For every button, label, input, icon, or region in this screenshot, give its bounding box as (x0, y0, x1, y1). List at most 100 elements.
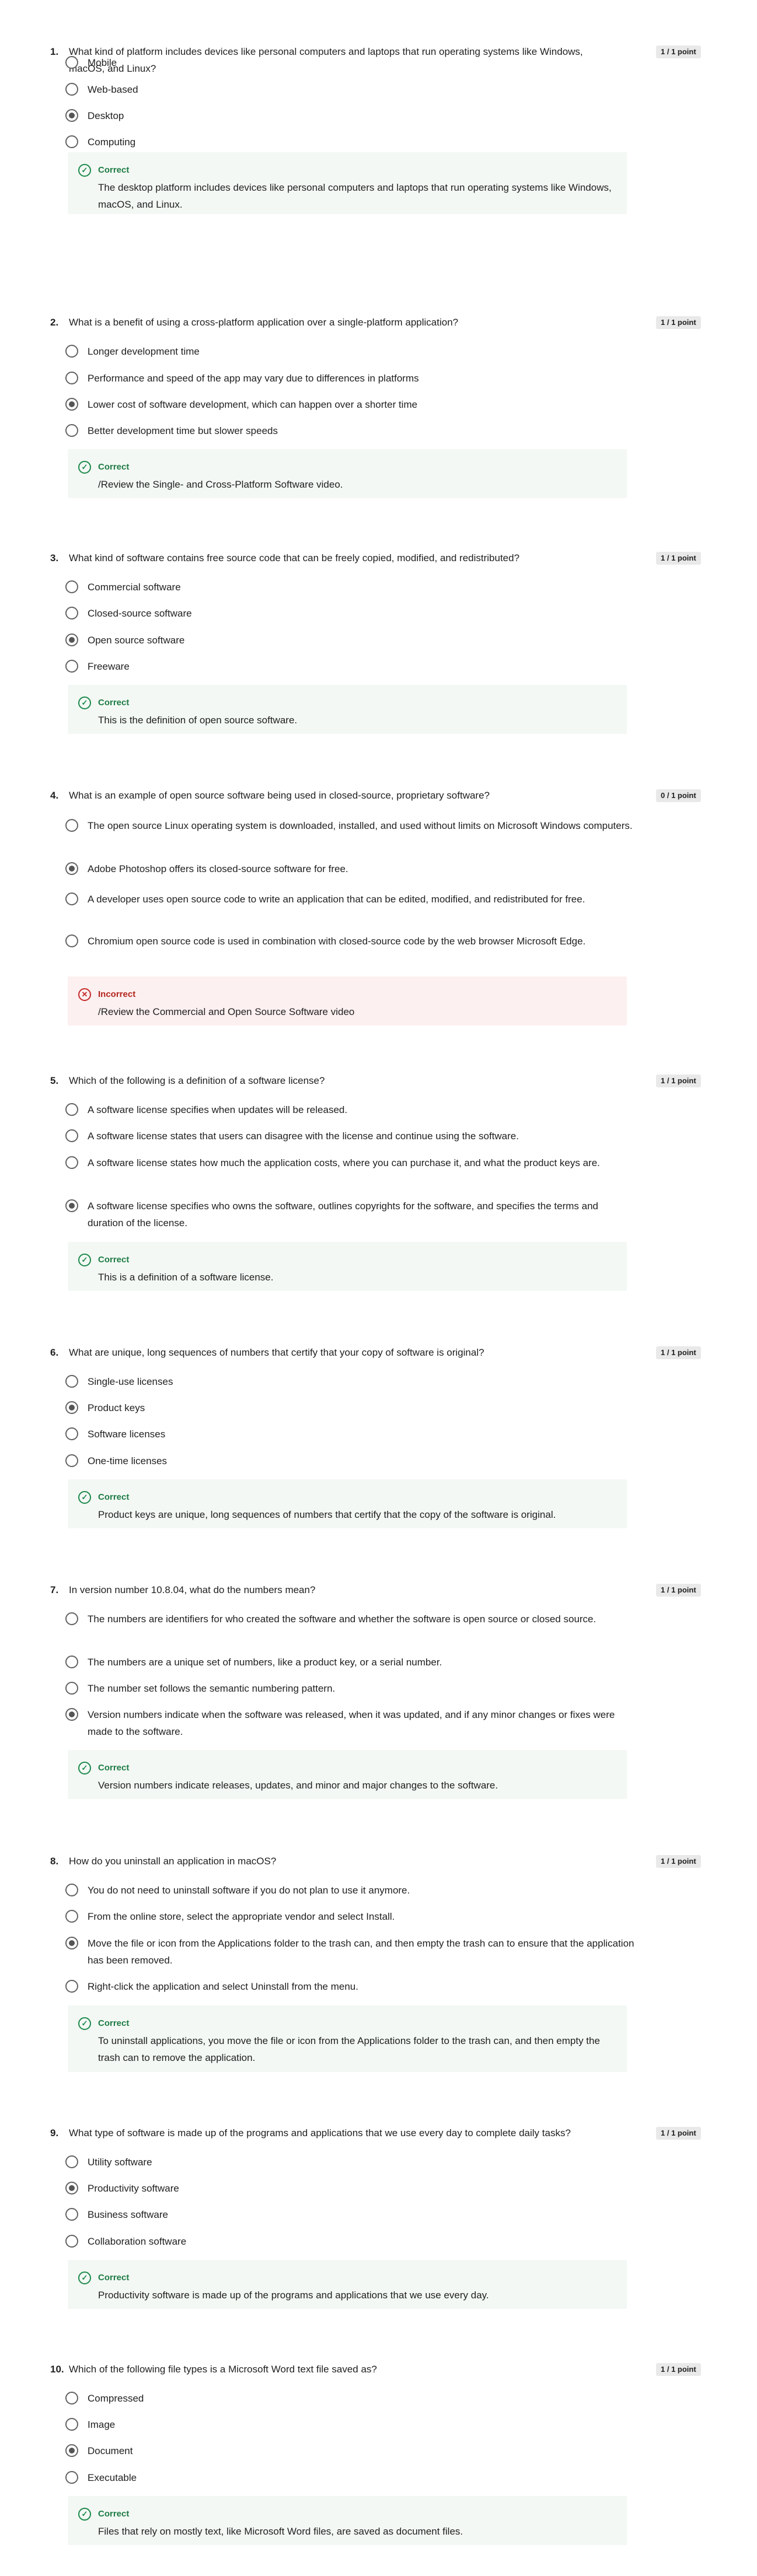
radio-button[interactable] (65, 2208, 78, 2221)
question-number: 10. (50, 2364, 64, 2375)
check-circle-icon: ✓ (78, 2272, 91, 2284)
option-label: A software license specifies who owns th… (88, 1200, 598, 1228)
option-label: Compressed (88, 2393, 144, 2404)
radio-button[interactable] (65, 1401, 78, 1414)
radio-button[interactable] (65, 1427, 78, 1440)
option-label: Move the file or icon from the Applicati… (88, 1938, 634, 1966)
radio-button[interactable] (65, 345, 78, 358)
radio-button[interactable] (65, 1375, 78, 1388)
option-label: Right-click the application and select U… (88, 1981, 358, 1992)
option-label: Computing (88, 136, 136, 148)
option-label: Desktop (88, 110, 124, 121)
option-label: Chromium open source code is used in com… (88, 936, 586, 947)
question-number: 2. (50, 317, 59, 328)
radio-button[interactable] (65, 1937, 78, 1950)
points-badge: 1 / 1 point (656, 552, 701, 565)
option-label: The open source Linux operating system i… (88, 820, 633, 831)
feedback-status: Correct (98, 1255, 130, 1265)
option-label: Software licenses (88, 1429, 166, 1440)
radio-button[interactable] (65, 634, 78, 646)
option-label: The numbers are identifiers for who crea… (88, 1614, 596, 1625)
radio-button[interactable] (65, 424, 78, 437)
feedback-status: Correct (98, 698, 130, 708)
radio-button[interactable] (65, 83, 78, 96)
feedback-text: Product keys are unique, long sequences … (98, 1509, 556, 1520)
radio-button[interactable] (65, 2418, 78, 2431)
question-number: 8. (50, 1856, 59, 1867)
option-label: One-time licenses (88, 1455, 168, 1466)
option-label: A software license specifies when update… (88, 1104, 348, 1115)
question-number: 1. (50, 46, 59, 57)
radio-button[interactable] (65, 1884, 78, 1896)
radio-button[interactable] (65, 56, 78, 69)
radio-button[interactable] (65, 660, 78, 673)
radio-button[interactable] (65, 1454, 78, 1467)
radio-button[interactable] (65, 935, 78, 947)
feedback-status: Correct (98, 462, 130, 472)
option-label: Productivity software (88, 2183, 179, 2194)
feedback-box: ✓ Correct Files that rely on mostly text, … (68, 2496, 627, 2545)
points-badge: 1 / 1 point (656, 1074, 701, 1087)
option-label: Collaboration software (88, 2236, 187, 2247)
points-badge: 1 / 1 point (656, 46, 701, 58)
radio-button[interactable] (65, 135, 78, 148)
feedback-status: Correct (98, 2018, 130, 2028)
radio-button[interactable] (65, 580, 78, 593)
check-circle-icon: ✓ (78, 164, 91, 177)
points-badge: 1 / 1 point (656, 1346, 701, 1359)
check-circle-icon: ✓ (78, 1762, 91, 1774)
radio-button[interactable] (65, 1910, 78, 1923)
feedback-status: Incorrect (98, 989, 136, 999)
radio-button[interactable] (65, 2392, 78, 2404)
option-label: Mobile (88, 57, 117, 68)
question-text: What is a benefit of using a cross-platf… (69, 317, 459, 328)
radio-button[interactable] (65, 1708, 78, 1721)
points-badge: 1 / 1 point (656, 2363, 701, 2376)
question-text: What kind of software contains free sour… (69, 552, 520, 564)
check-circle-icon: ✓ (78, 696, 91, 709)
question-number: 6. (50, 1347, 59, 1358)
option-label: Business software (88, 2209, 168, 2220)
feedback-box: ✓ Correct Product keys are unique, long se… (68, 1479, 627, 1528)
check-circle-icon: ✓ (78, 2508, 91, 2521)
feedback-status: Correct (98, 2509, 130, 2519)
feedback-status: Correct (98, 2273, 130, 2283)
radio-button[interactable] (65, 1199, 78, 1212)
radio-button[interactable] (65, 1612, 78, 1625)
feedback-box: ✓ Correct Version numbers indicate release… (68, 1750, 627, 1799)
radio-button[interactable] (65, 1656, 78, 1668)
option-label: Adobe Photoshop offers its closed-source… (88, 863, 348, 874)
radio-button[interactable] (65, 1129, 78, 1142)
radio-button[interactable] (65, 2235, 78, 2248)
radio-button[interactable] (65, 372, 78, 384)
radio-button[interactable] (65, 862, 78, 875)
option-label: The numbers are a unique set of numbers,… (88, 1657, 442, 1668)
question-number: 3. (50, 552, 59, 564)
radio-button[interactable] (65, 1980, 78, 1993)
question-number: 7. (50, 1584, 59, 1595)
option-label: From the online store, select the approp… (88, 1911, 395, 1922)
feedback-box: ✓ Correct/Review the Single- and Cross-Pl… (68, 449, 627, 498)
points-badge: 1 / 1 point (656, 2127, 701, 2140)
radio-button[interactable] (65, 109, 78, 122)
question-text: Which of the following file types is a M… (69, 2364, 377, 2375)
feedback-text: /Review the Single- and Cross-Platform S… (98, 479, 343, 490)
option-label: Freeware (88, 661, 130, 672)
radio-button[interactable] (65, 2444, 78, 2457)
points-badge: 1 / 1 point (656, 1855, 701, 1868)
radio-button[interactable] (65, 2155, 78, 2168)
radio-button[interactable] (65, 1682, 78, 1695)
radio-button[interactable] (65, 819, 78, 832)
radio-button[interactable] (65, 2471, 78, 2484)
radio-button[interactable] (65, 1156, 78, 1169)
radio-button[interactable] (65, 2182, 78, 2194)
feedback-status: Correct (98, 165, 130, 175)
option-label: Web-based (88, 84, 138, 95)
radio-button[interactable] (65, 1103, 78, 1116)
feedback-text: /Review the Commercial and Open Source S… (98, 1006, 355, 1017)
question-text: What type of software is made up of the … (69, 2127, 571, 2138)
option-label: Product keys (88, 1402, 145, 1413)
radio-button[interactable] (65, 892, 78, 905)
radio-button[interactable] (65, 607, 78, 620)
radio-button[interactable] (65, 398, 78, 411)
